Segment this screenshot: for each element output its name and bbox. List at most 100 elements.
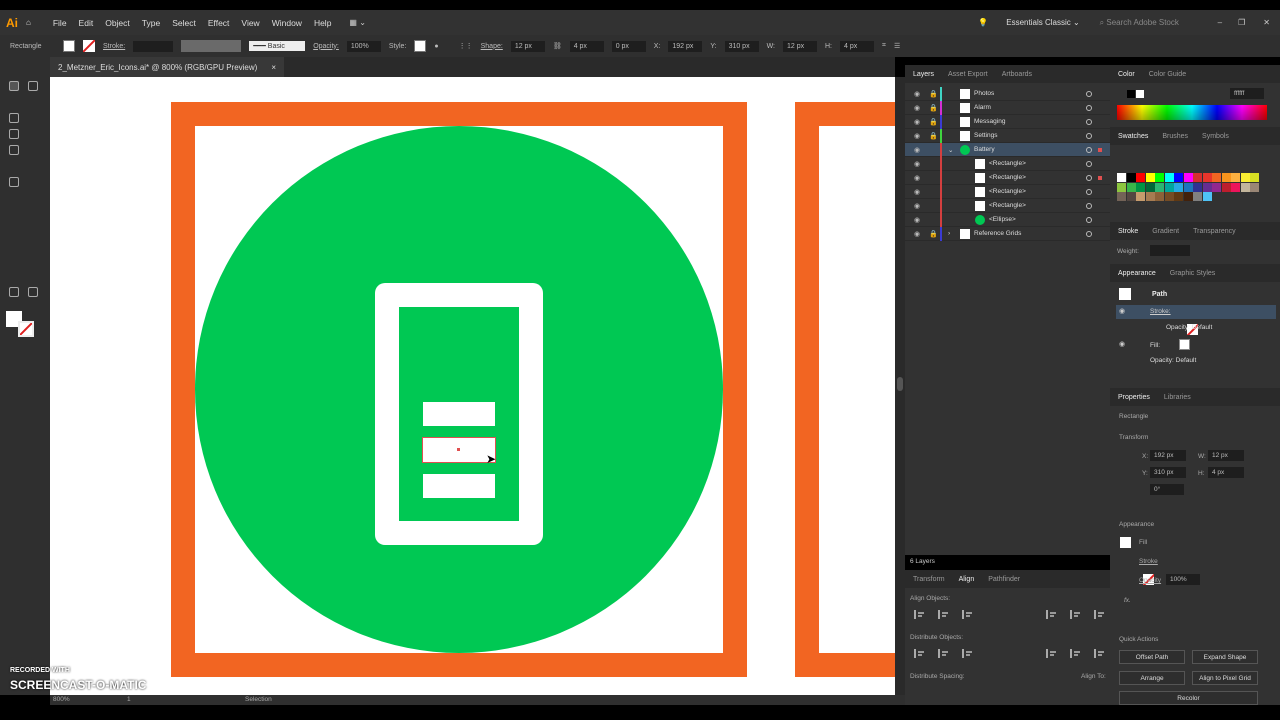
- swatch[interactable]: [1202, 182, 1212, 192]
- home-icon[interactable]: ⌂: [26, 18, 31, 27]
- chevron-right-icon[interactable]: ›: [948, 230, 950, 237]
- menu-edit[interactable]: Edit: [79, 18, 94, 28]
- swatch[interactable]: [1221, 173, 1231, 182]
- layer-name[interactable]: <Ellipse>: [989, 216, 1016, 223]
- align-left-icon[interactable]: [914, 610, 924, 619]
- style-swatch[interactable]: [414, 40, 427, 52]
- visibility-eye-icon[interactable]: ◉: [914, 104, 920, 112]
- swatch[interactable]: [1193, 192, 1202, 201]
- layer-name[interactable]: <Rectangle>: [989, 202, 1026, 209]
- swatch[interactable]: [1240, 182, 1250, 192]
- target-circle-icon[interactable]: [1086, 160, 1092, 167]
- lightbulb-icon[interactable]: 💡: [978, 18, 988, 27]
- menu-icon[interactable]: ☰: [894, 42, 900, 50]
- distribute-right-icon[interactable]: [1094, 649, 1104, 658]
- recolor-button[interactable]: Recolor: [1119, 691, 1258, 705]
- target-circle-icon[interactable]: [1086, 90, 1092, 97]
- swatch[interactable]: [1174, 192, 1183, 201]
- tab-properties[interactable]: Properties: [1118, 394, 1150, 401]
- opacity-label[interactable]: Opacity:: [313, 43, 339, 50]
- selection-tool-icon[interactable]: [9, 81, 19, 91]
- visibility-eye-icon[interactable]: ◉: [914, 118, 920, 126]
- layer-name[interactable]: Reference Grids: [974, 230, 1021, 237]
- visibility-eye-icon[interactable]: ◉: [914, 202, 920, 210]
- workspace-switcher[interactable]: Essentials Classic ⌄: [1006, 18, 1079, 27]
- swatch[interactable]: [1202, 173, 1212, 182]
- prop-stroke-label[interactable]: Stroke: [1139, 558, 1158, 565]
- prop-fill-label[interactable]: Fill: [1139, 539, 1147, 546]
- artboard-number[interactable]: 1: [127, 696, 131, 703]
- target-circle-icon[interactable]: [1086, 188, 1092, 195]
- align-middle-icon[interactable]: [1070, 610, 1080, 619]
- swatch[interactable]: [1136, 173, 1145, 182]
- opacity-field[interactable]: 100%: [346, 40, 381, 52]
- fx-button[interactable]: fx.: [1124, 597, 1131, 604]
- appearance-stroke-label[interactable]: Stroke:: [1150, 308, 1171, 315]
- visibility-eye-icon[interactable]: ◉: [914, 216, 920, 224]
- distribute-hcenter-icon[interactable]: [1070, 649, 1080, 658]
- visibility-eye-icon[interactable]: ◉: [914, 90, 920, 98]
- appearance-stroke-row[interactable]: [1116, 305, 1276, 319]
- selection-indicator[interactable]: [1098, 147, 1102, 152]
- expand-shape-button[interactable]: Expand Shape: [1192, 650, 1258, 664]
- layer-row[interactable]: ◉ <Ellipse>: [905, 212, 1110, 227]
- align-icon[interactable]: ⋮⋮: [459, 42, 473, 50]
- tab-align[interactable]: Align: [959, 576, 975, 583]
- transform-icon[interactable]: ⌗: [882, 42, 886, 50]
- type-tool-icon[interactable]: [9, 129, 19, 139]
- tab-symbols[interactable]: Symbols: [1202, 133, 1229, 140]
- swatch[interactable]: [1174, 173, 1183, 182]
- tab-stroke[interactable]: Stroke: [1118, 228, 1138, 235]
- tab-color-guide[interactable]: Color Guide: [1149, 71, 1186, 78]
- tab-brushes[interactable]: Brushes: [1162, 133, 1188, 140]
- swatch[interactable]: [1212, 173, 1221, 182]
- minimize-button[interactable]: –: [1218, 18, 1222, 27]
- swatch[interactable]: [1183, 182, 1193, 192]
- swatch[interactable]: [1145, 182, 1155, 192]
- align-top-icon[interactable]: [1046, 610, 1056, 619]
- hand-tool-icon[interactable]: [9, 287, 19, 297]
- appearance-fill-label[interactable]: Fill:: [1150, 342, 1160, 349]
- arrange-documents-icon[interactable]: ▦ ⌄: [349, 18, 365, 27]
- tab-color[interactable]: Color: [1118, 71, 1135, 78]
- layer-row[interactable]: ◉ ⌄ Battery: [905, 142, 1110, 157]
- arrange-button[interactable]: Arrange: [1119, 671, 1185, 685]
- swatch[interactable]: [1231, 182, 1240, 192]
- target-circle-icon[interactable]: [1086, 146, 1092, 153]
- lock-icon[interactable]: 🔒: [929, 90, 938, 98]
- menu-effect[interactable]: Effect: [208, 18, 230, 28]
- prop-fill-swatch[interactable]: [1120, 537, 1131, 548]
- layer-name[interactable]: <Rectangle>: [989, 160, 1026, 167]
- swatch[interactable]: [1183, 173, 1193, 182]
- color-spectrum[interactable]: [1117, 105, 1267, 120]
- x-field[interactable]: 192 px: [668, 40, 703, 52]
- swatch[interactable]: [1212, 182, 1221, 192]
- pen-tool-icon[interactable]: [9, 113, 19, 123]
- appearance-fill-swatch[interactable]: [1179, 339, 1190, 350]
- layer-row[interactable]: ◉ 🔒 Photos: [905, 86, 1110, 101]
- swatch[interactable]: [1250, 182, 1259, 192]
- stroke-color-icon[interactable]: [18, 321, 34, 337]
- prop-y-field[interactable]: 310 px: [1150, 467, 1186, 478]
- align-center-icon[interactable]: [938, 610, 948, 619]
- offset-path-button[interactable]: Offset Path: [1119, 650, 1185, 664]
- target-circle-icon[interactable]: [1086, 174, 1092, 181]
- target-circle-icon[interactable]: [1086, 230, 1092, 237]
- layer-name[interactable]: <Rectangle>: [989, 188, 1026, 195]
- swatch[interactable]: [1240, 173, 1250, 182]
- visibility-eye-icon[interactable]: ◉: [914, 132, 920, 140]
- fill-eye-icon[interactable]: ◉: [1119, 340, 1125, 348]
- h-field[interactable]: 4 px: [840, 40, 874, 52]
- layer-row[interactable]: ◉ 🔒 › Reference Grids: [905, 226, 1110, 241]
- swatch[interactable]: [1221, 182, 1231, 192]
- layer-row[interactable]: ◉ <Rectangle>: [905, 170, 1110, 185]
- swatch[interactable]: [1193, 173, 1202, 182]
- distribute-center-icon[interactable]: [938, 649, 948, 658]
- swatch[interactable]: [1136, 182, 1145, 192]
- tab-libraries[interactable]: Libraries: [1164, 394, 1191, 401]
- target-circle-icon[interactable]: [1086, 216, 1092, 223]
- tab-swatches[interactable]: Swatches: [1118, 133, 1148, 140]
- battery-bar-3[interactable]: [423, 474, 495, 498]
- swatch[interactable]: [1145, 192, 1155, 201]
- target-circle-icon[interactable]: [1086, 202, 1092, 209]
